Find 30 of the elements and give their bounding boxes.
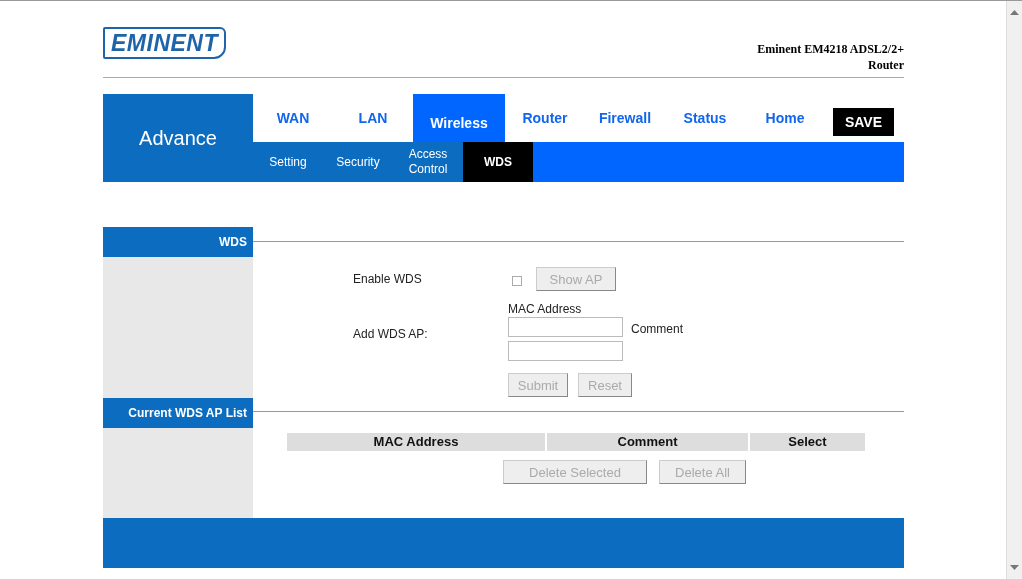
enable-wds-label: Enable WDS <box>352 272 423 286</box>
product-title: Eminent EM4218 ADSL2/2+ Router <box>757 41 904 73</box>
scroll-down-icon[interactable] <box>1010 565 1019 570</box>
sub-tab[interactable]: Security <box>323 142 393 182</box>
sub-tab[interactable]: Access Control <box>393 142 463 182</box>
nav-tab[interactable]: Wireless <box>413 94 505 142</box>
logo: EMINENT <box>103 27 226 59</box>
nav-tab[interactable]: Home <box>745 94 825 142</box>
column-header: Comment <box>547 433 748 451</box>
section-title: Advance <box>103 94 253 182</box>
sub-tab[interactable]: Setting <box>253 142 323 182</box>
section-heading: Current WDS AP List <box>103 398 253 428</box>
section-heading: WDS <box>103 227 253 257</box>
scroll-up-icon[interactable] <box>1010 10 1019 15</box>
mac-address-label: MAC Address <box>508 302 583 316</box>
nav-tab[interactable]: Firewall <box>585 94 665 142</box>
nav-tab[interactable]: LAN <box>333 94 413 142</box>
column-header: MAC Address <box>287 433 545 451</box>
nav-tab[interactable]: Router <box>505 94 585 142</box>
add-wds-ap-label: Add WDS AP: <box>352 326 429 341</box>
comment-label: Comment <box>631 322 683 336</box>
enable-wds-checkbox[interactable] <box>512 276 522 286</box>
nav-tab[interactable]: WAN <box>253 94 333 142</box>
nav-tab[interactable]: Status <box>665 94 745 142</box>
comment-field[interactable] <box>508 341 623 361</box>
sub-tab[interactable]: WDS <box>463 142 533 182</box>
mac-address-field[interactable] <box>508 317 623 337</box>
scrollbar[interactable] <box>1006 1 1022 579</box>
save-button[interactable]: SAVE <box>833 108 894 136</box>
column-header: Select <box>750 433 865 451</box>
